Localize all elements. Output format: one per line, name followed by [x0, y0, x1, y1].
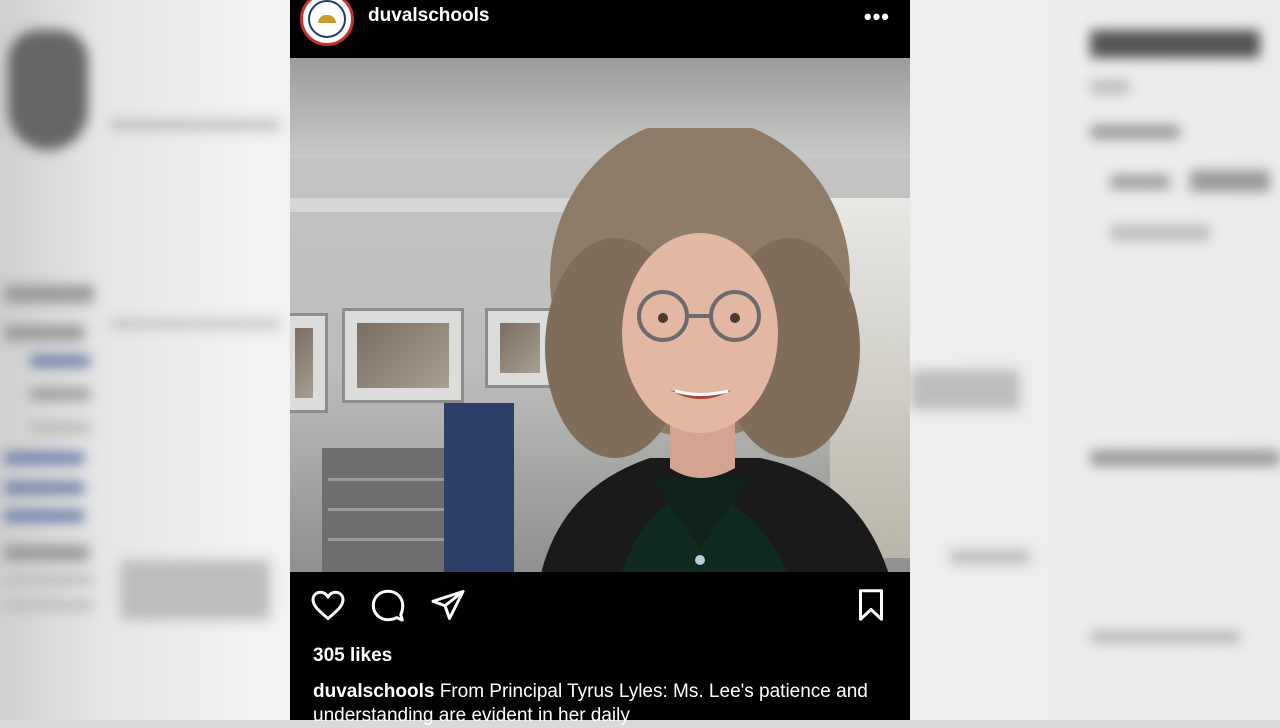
likes-count[interactable]: 305 likes — [313, 645, 392, 667]
more-dots-icon[interactable]: ••• — [864, 4, 890, 30]
blurred-left-panel — [0, 0, 290, 720]
woman-speaking — [541, 128, 889, 572]
send-paper-plane-icon[interactable] — [428, 585, 468, 625]
bookmark-icon[interactable] — [851, 585, 891, 625]
post-action-bar — [290, 585, 910, 633]
blurred-right-panel — [910, 0, 1280, 720]
bookshelf — [322, 448, 462, 572]
wall-picture-frame — [342, 308, 464, 403]
wall-picture-frame — [290, 313, 328, 413]
heart-icon[interactable] — [308, 585, 348, 625]
caption-username[interactable]: duvalschools — [313, 681, 434, 702]
comment-bubble-icon[interactable] — [368, 585, 408, 625]
school-logo-icon — [308, 0, 346, 38]
post-header: duvalschools ••• — [290, 0, 910, 58]
post-caption: duvalschools From Principal Tyrus Lyles:… — [313, 680, 893, 728]
profile-avatar[interactable] — [300, 0, 354, 46]
post-username[interactable]: duvalschools — [368, 5, 489, 27]
instagram-post: duvalschools ••• 305 likes duvalschools … — [290, 0, 910, 726]
post-video-frame[interactable] — [290, 58, 910, 572]
